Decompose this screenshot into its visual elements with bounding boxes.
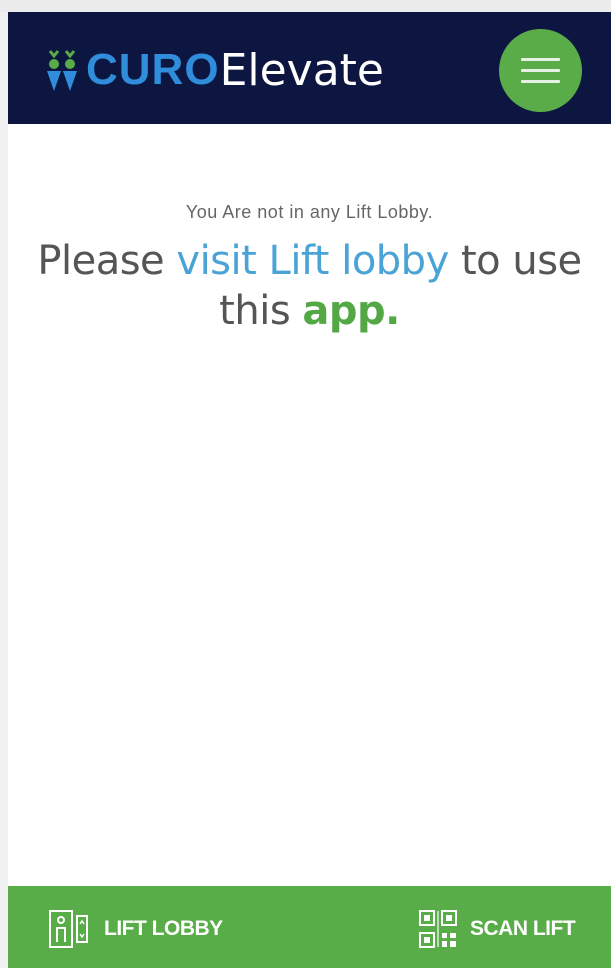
scan-lift-label: SCAN LIFT (470, 917, 576, 940)
lift-lobby-tab[interactable]: LIFT LOBBY (48, 908, 223, 950)
qr-scan-icon (419, 910, 457, 948)
brand-logo[interactable]: CURO Elevate (44, 42, 384, 98)
brand-name-strong: CURO (86, 45, 220, 94)
visit-lobby-message: Please visit Lift lobby to use this app. (28, 236, 591, 336)
lift-lobby-icon (49, 910, 88, 948)
scan-lift-tab[interactable]: SCAN LIFT (418, 908, 576, 950)
menu-button[interactable] (499, 29, 582, 112)
message-prefix: Please (37, 238, 177, 284)
app-screen: CURO Elevate You Are not in any Lift Lob… (0, 0, 611, 968)
status-strip (0, 0, 611, 12)
visit-lift-lobby-link[interactable]: visit Lift lobby (176, 238, 449, 284)
not-in-lobby-notice: You Are not in any Lift Lobby. (185, 202, 434, 222)
app-header: CURO Elevate (8, 12, 611, 124)
app-emphasis: app. (302, 288, 400, 334)
main-content: You Are not in any Lift Lobby. Please vi… (8, 124, 611, 886)
curo-logo-icon (47, 50, 77, 91)
bottom-navigation: LIFT LOBBY SCAN LIFT (8, 886, 611, 968)
lift-lobby-label: LIFT LOBBY (104, 917, 223, 940)
brand-name-light: Elevate (219, 44, 384, 96)
